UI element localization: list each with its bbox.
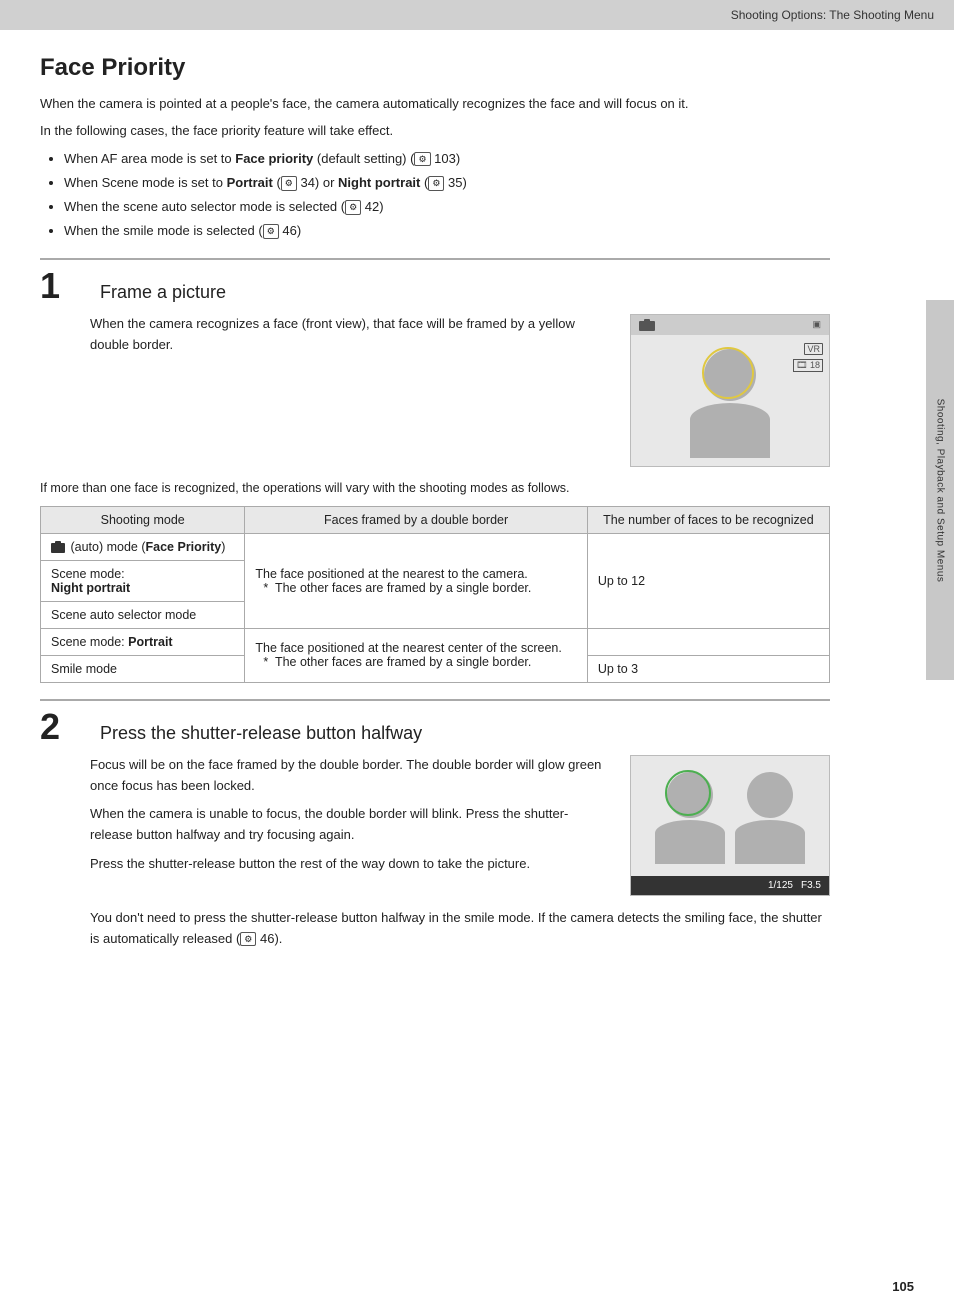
number-portrait bbox=[587, 628, 829, 655]
page-title: Face Priority bbox=[40, 54, 830, 82]
sidebar-label: Shooting, Playback and Setup Menus bbox=[935, 398, 946, 582]
aperture-value: F3.5 bbox=[801, 880, 821, 891]
step2-number: 2 bbox=[40, 709, 80, 745]
face2-right bbox=[735, 772, 805, 864]
shooting-portrait: Scene mode: Portrait bbox=[41, 628, 245, 655]
number-group1: Up to 12 bbox=[587, 533, 829, 628]
shooting-night: Scene mode:Night portrait bbox=[41, 560, 245, 601]
number-smile: Up to 3 bbox=[587, 655, 829, 682]
main-content: Face Priority When the camera is pointed… bbox=[0, 30, 870, 973]
frame-count: 🎞 18 bbox=[793, 359, 823, 372]
step2-para-1: Focus will be on the face framed by the … bbox=[90, 755, 610, 797]
step2-para-3: Press the shutter-release button the res… bbox=[90, 854, 610, 875]
col-shooting-header: Shooting mode bbox=[41, 506, 245, 533]
step1-body: When the camera recognizes a face (front… bbox=[90, 314, 830, 467]
step2-header: 2 Press the shutter-release button halfw… bbox=[40, 699, 830, 745]
face-head2-right bbox=[747, 772, 793, 818]
modes-table: Shooting mode Faces framed by a double b… bbox=[40, 506, 830, 683]
vr-badge: VR bbox=[804, 343, 823, 355]
faces-group1: The face positioned at the nearest to th… bbox=[245, 533, 587, 628]
bullet-2: When Scene mode is set to Portrait (⚙ 34… bbox=[64, 172, 830, 194]
step2-footer: You don't need to press the shutter-rele… bbox=[90, 908, 830, 950]
table-row-auto: (auto) mode (Face Priority) The face pos… bbox=[41, 533, 830, 560]
step2-body: Focus will be on the face framed by the … bbox=[90, 755, 830, 896]
face-body2-right bbox=[735, 820, 805, 864]
bullet-4: When the smile mode is selected (⚙ 46) bbox=[64, 220, 830, 242]
face-figure2 bbox=[655, 772, 805, 864]
bullet-3: When the scene auto selector mode is sel… bbox=[64, 196, 830, 218]
face-border bbox=[702, 347, 754, 399]
bullet-list: When AF area mode is set to Face priorit… bbox=[64, 148, 830, 242]
face-body bbox=[690, 403, 770, 458]
camera-illustration-1: ▣ VR 🎞 18 bbox=[630, 314, 830, 467]
faces-group2: The face positioned at the nearest cente… bbox=[245, 628, 587, 682]
step1-text: When the camera recognizes a face (front… bbox=[90, 314, 610, 356]
camera-label: ▣ bbox=[812, 319, 821, 330]
cam2-bottom-bar: 1/125 F3.5 bbox=[631, 876, 829, 895]
camera-right-icons: VR 🎞 18 bbox=[793, 343, 823, 372]
shutter-value: 1/125 bbox=[768, 880, 793, 891]
step1-title: Frame a picture bbox=[100, 276, 226, 303]
shooting-auto: (auto) mode (Face Priority) bbox=[41, 533, 245, 560]
page-header: Shooting Options: The Shooting Menu bbox=[0, 0, 954, 30]
camera-icon bbox=[639, 319, 655, 331]
step1-header: 1 Frame a picture bbox=[40, 258, 830, 304]
camera-top-bar: ▣ bbox=[631, 315, 829, 335]
face-figure bbox=[690, 349, 770, 458]
step2-title: Press the shutter-release button halfway bbox=[100, 717, 422, 744]
face-head2-left bbox=[667, 772, 713, 818]
step2-text: Focus will be on the face framed by the … bbox=[90, 755, 610, 875]
face-border-green bbox=[665, 770, 711, 816]
face2-left bbox=[655, 772, 725, 864]
between-text: If more than one face is recognized, the… bbox=[40, 479, 830, 498]
intro-para-1: When the camera is pointed at a people's… bbox=[40, 94, 830, 115]
face-body2-left bbox=[655, 820, 725, 864]
camera-illustration-2: 1/125 F3.5 bbox=[630, 755, 830, 896]
step1-number: 1 bbox=[40, 268, 80, 304]
intro-para-2: In the following cases, the face priorit… bbox=[40, 121, 830, 142]
face-head bbox=[704, 349, 756, 401]
auto-mode-icon bbox=[51, 541, 65, 553]
cam2-body bbox=[631, 756, 829, 876]
page-number: 105 bbox=[892, 1279, 914, 1294]
camera-body-1: VR 🎞 18 bbox=[631, 335, 829, 466]
header-title: Shooting Options: The Shooting Menu bbox=[731, 8, 934, 22]
step1-description: When the camera recognizes a face (front… bbox=[90, 314, 610, 356]
bullet-1: When AF area mode is set to Face priorit… bbox=[64, 148, 830, 170]
sidebar: Shooting, Playback and Setup Menus bbox=[926, 300, 954, 680]
step2-para-2: When the camera is unable to focus, the … bbox=[90, 804, 610, 846]
shooting-scene-auto: Scene auto selector mode bbox=[41, 601, 245, 628]
table-row-portrait: Scene mode: Portrait The face positioned… bbox=[41, 628, 830, 655]
col-faces-header: Faces framed by a double border bbox=[245, 506, 587, 533]
col-number-header: The number of faces to be recognized bbox=[587, 506, 829, 533]
shooting-smile: Smile mode bbox=[41, 655, 245, 682]
